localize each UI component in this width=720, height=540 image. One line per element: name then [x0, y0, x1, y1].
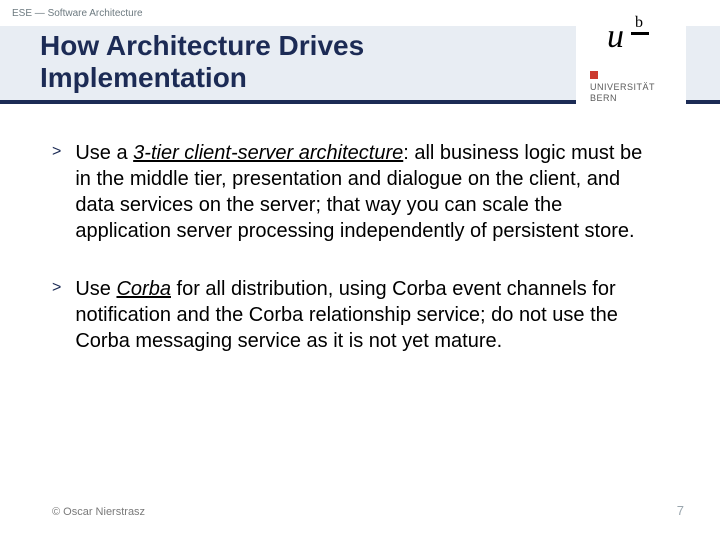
content-area: > Use a 3-tier client-server architectur…: [52, 140, 660, 386]
logo-letter-u: u: [607, 18, 624, 56]
slide: ESE — Software Architecture How Architec…: [0, 0, 720, 540]
university-logo: u b UNIVERSITÄT BERN: [576, 10, 686, 104]
red-square-icon: [590, 71, 598, 79]
title-line-2: Implementation: [40, 62, 247, 93]
bullet-lead: Use a: [75, 142, 133, 164]
ub-mark: u b: [601, 14, 661, 63]
bullet-lead: Use: [75, 278, 116, 300]
bullet-text: Use Corba for all distribution, using Co…: [75, 276, 660, 354]
uni-line-2: BERN: [590, 93, 617, 103]
uni-line-1: UNIVERSITÄT: [590, 82, 655, 92]
slide-title: How Architecture Drives Implementation: [40, 30, 364, 94]
bullet-key-term: Corba: [116, 278, 170, 300]
course-label: ESE — Software Architecture: [12, 8, 143, 19]
bullet-marker: >: [52, 279, 61, 354]
bullet-text: Use a 3-tier client-server architecture:…: [75, 140, 660, 244]
bullet-item: > Use a 3-tier client-server architectur…: [52, 140, 660, 244]
bullet-item: > Use Corba for all distribution, using …: [52, 276, 660, 354]
page-number: 7: [677, 503, 684, 518]
bullet-key-term: 3-tier client-server architecture: [133, 142, 403, 164]
logo-b-underline: [631, 32, 649, 35]
title-line-1: How Architecture Drives: [40, 30, 364, 61]
bullet-marker: >: [52, 143, 61, 244]
university-name-block: UNIVERSITÄT BERN: [576, 71, 686, 105]
footer-copyright: © Oscar Nierstrasz: [52, 506, 145, 518]
logo-letter-b: b: [635, 14, 643, 32]
university-name: UNIVERSITÄT BERN: [590, 82, 686, 105]
